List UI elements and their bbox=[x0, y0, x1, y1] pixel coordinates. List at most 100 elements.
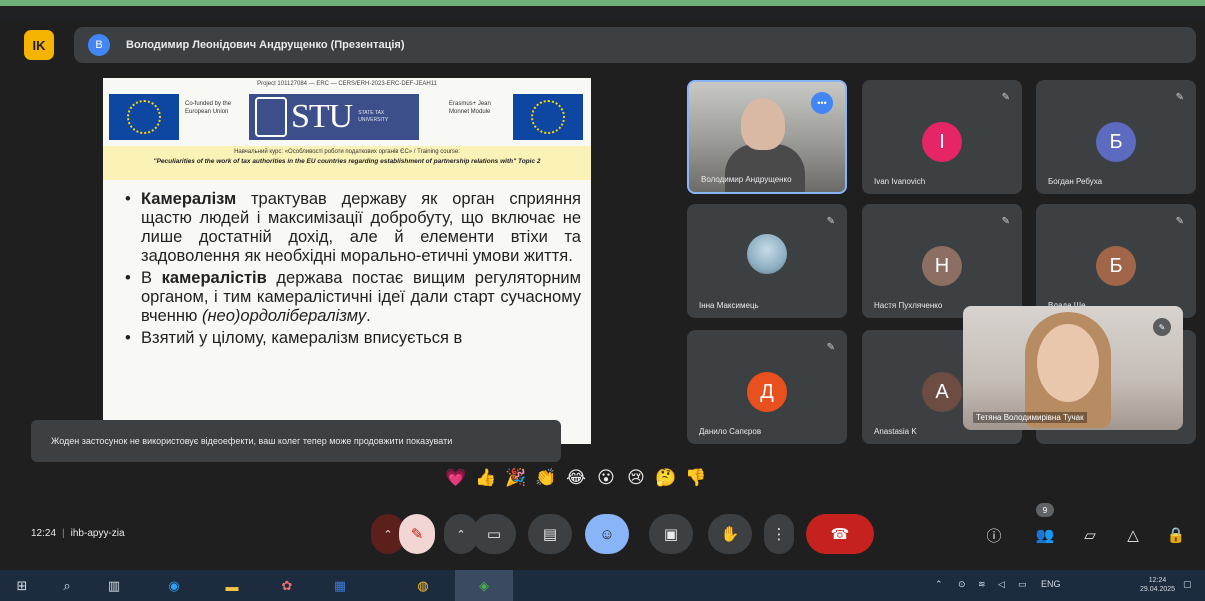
slide-project-line: Project 101127084 — ERC — CERS/ERH-2023-… bbox=[257, 81, 437, 87]
mic-off-icon: ✎ bbox=[826, 342, 835, 353]
chrome-icon[interactable]: ◍ bbox=[413, 576, 433, 596]
participant-name: Інна Максимець bbox=[699, 301, 759, 310]
search-icon[interactable]: ⌕ bbox=[57, 576, 77, 596]
self-view[interactable]: ✎ Тетяна Володимирівна Тучак bbox=[963, 306, 1183, 430]
app-badge-icon[interactable]: IK bbox=[24, 30, 54, 60]
stu-emblem-icon bbox=[255, 97, 287, 137]
participant-name: Ivan Ivanovich bbox=[874, 177, 926, 186]
reaction-laugh-icon[interactable]: 😂 bbox=[561, 464, 591, 492]
participant-tile[interactable]: ✎ Н Настя Пухляченко bbox=[862, 204, 1022, 318]
more-options-button[interactable]: ⋮ bbox=[764, 514, 794, 554]
reaction-surprised-icon[interactable]: 😮 bbox=[591, 464, 621, 492]
participant-tile[interactable]: ✎ Д Данило Сапєров bbox=[687, 330, 847, 444]
wifi-icon[interactable]: ≋ bbox=[978, 579, 986, 590]
host-controls-icon[interactable]: 🔒 bbox=[1163, 522, 1189, 548]
clock-time: 12:24 bbox=[1148, 577, 1167, 584]
participant-avatar: Б bbox=[1096, 246, 1136, 286]
participant-name: Богдан Ребуха bbox=[1048, 177, 1103, 186]
slide-logos: Co-funded by the European Union STU STAT… bbox=[109, 92, 585, 146]
reaction-thumbs-down-icon[interactable]: 👎 bbox=[681, 464, 711, 492]
stu-caption: STATE TAX UNIVERSITY bbox=[358, 110, 389, 123]
chat-icon[interactable]: ▱ bbox=[1077, 522, 1103, 548]
slide-bullet-2: В камералістів держава постає вищим регу… bbox=[125, 269, 581, 326]
eu-caption-right: Erasmus+ Jean Monnet Module bbox=[449, 101, 491, 115]
shared-slide: Project 101127084 — ERC — CERS/ERH-2023-… bbox=[103, 78, 591, 444]
participant-name: Anastasia K bbox=[874, 427, 917, 436]
reaction-thinking-icon[interactable]: 🤔 bbox=[651, 464, 681, 492]
participant-tile-video[interactable]: ••• Володимир Андрущенко bbox=[687, 80, 847, 194]
presenter-bar[interactable]: В Володимир Леонідович Андрущенко (Презе… bbox=[74, 27, 1196, 63]
participant-name: Настя Пухляченко bbox=[874, 301, 943, 310]
mic-off-icon: ✎ bbox=[1175, 216, 1184, 227]
eu-flag-right-icon bbox=[513, 94, 583, 140]
participant-avatar: Д bbox=[747, 372, 787, 412]
clock-date: 29.04.2025 bbox=[1140, 586, 1176, 593]
mic-off-icon: ✎ bbox=[1001, 92, 1010, 103]
participant-name: Данило Сапєров bbox=[699, 427, 762, 436]
word-icon[interactable]: ▦ bbox=[330, 576, 350, 596]
tray-chevron-icon[interactable]: ⌃ bbox=[935, 579, 943, 590]
present-icon: ▣ bbox=[663, 526, 679, 543]
speaking-indicator-icon: ••• bbox=[811, 92, 833, 114]
info-icon[interactable]: ⓘ bbox=[981, 522, 1007, 548]
participant-avatar: Б bbox=[1096, 122, 1136, 162]
tray-app-icon[interactable]: ⊙ bbox=[958, 579, 966, 590]
participant-tile[interactable]: ✎ І Ivan Ivanovich bbox=[862, 80, 1022, 194]
reaction-heart-icon[interactable]: 💗 bbox=[441, 464, 471, 492]
app-icon[interactable]: ✿ bbox=[277, 576, 297, 596]
slide-body: Камералізм трактував державу як орган сп… bbox=[125, 190, 581, 351]
captions-icon: ▤ bbox=[542, 526, 558, 543]
keyboard-icon[interactable]: ▭ bbox=[1018, 579, 1027, 590]
raise-hand-button[interactable]: ✋ bbox=[708, 514, 752, 554]
stu-logo: STU STATE TAX UNIVERSITY bbox=[249, 94, 419, 140]
mic-off-icon: ✎ bbox=[826, 216, 835, 227]
slide-bullet-1: Камералізм трактував державу як орган сп… bbox=[125, 190, 581, 266]
activities-icon[interactable]: △ bbox=[1120, 522, 1146, 548]
video-effects-notice: Жоден застосунок не використовує відеоеф… bbox=[31, 420, 561, 462]
participant-tile[interactable]: ✎ Б Богдан Ребуха bbox=[1036, 80, 1196, 194]
slide-course-line1: Навчальний курс: «Особливості роботи под… bbox=[234, 149, 460, 155]
self-face bbox=[1037, 324, 1099, 402]
slide-course-line2: "Peculiarities of the work of tax author… bbox=[153, 158, 541, 165]
participant-tile[interactable]: ✎ Інна Максимець bbox=[687, 204, 847, 318]
reactions-bar: 💗 👍 🎉 👏 😂 😮 😢 🤔 👎 bbox=[441, 462, 711, 494]
participant-photo bbox=[747, 234, 787, 274]
language-indicator[interactable]: ENG bbox=[1041, 579, 1061, 589]
self-name: Тетяна Володимирівна Тучак bbox=[973, 412, 1087, 423]
mic-toggle-button[interactable]: ✎ bbox=[399, 514, 435, 554]
participant-tile[interactable]: ✎ Б Влада Ше bbox=[1036, 204, 1196, 318]
camera-icon: ▭ bbox=[486, 526, 502, 543]
reaction-party-icon[interactable]: 🎉 bbox=[501, 464, 531, 492]
reaction-clap-icon[interactable]: 👏 bbox=[531, 464, 561, 492]
reaction-sad-icon[interactable]: 😢 bbox=[621, 464, 651, 492]
mic-off-icon: ✎ bbox=[1175, 92, 1184, 103]
meeting-code: ihb-apyy-zia bbox=[70, 528, 125, 539]
file-explorer-icon[interactable]: ▬ bbox=[222, 576, 242, 596]
participant-avatar: І bbox=[922, 122, 962, 162]
captions-button[interactable]: ▤ bbox=[528, 514, 572, 554]
participant-avatar: Н bbox=[922, 246, 962, 286]
participants-count-badge: 9 bbox=[1036, 503, 1054, 517]
emoji-icon: ☺ bbox=[599, 525, 615, 543]
participant-name: Володимир Андрущенко bbox=[701, 175, 792, 184]
people-icon[interactable]: 👥 bbox=[1032, 522, 1058, 548]
present-button[interactable]: ▣ bbox=[649, 514, 693, 554]
notifications-icon[interactable]: ▢ bbox=[1183, 579, 1192, 590]
participant-face bbox=[741, 98, 785, 150]
mic-off-icon: ✎ bbox=[1001, 216, 1010, 227]
edge-browser-icon[interactable]: ◉ bbox=[164, 576, 184, 596]
meet-window: IK В Володимир Леонідович Андрущенко (Пр… bbox=[0, 0, 1205, 601]
windows-start-icon[interactable]: ⊞ bbox=[12, 576, 32, 596]
reaction-thumbs-up-icon[interactable]: 👍 bbox=[471, 464, 501, 492]
taskbar-clock[interactable]: 12:24 29.04.2025 bbox=[1140, 576, 1175, 594]
task-view-icon[interactable]: ▥ bbox=[104, 576, 124, 596]
eu-caption-left: Co-funded by the European Union bbox=[185, 101, 232, 115]
os-taskbar: ⊞ ⌕ ▥ ◉ ▬ ✿ ▦ ◍ ◈ ⌃ ⊙ ≋ ◁ ▭ ENG 12:24 29… bbox=[0, 570, 1205, 601]
end-call-button[interactable]: ☎ bbox=[806, 514, 874, 554]
presenter-name: Володимир Леонідович Андрущенко (Презент… bbox=[126, 39, 405, 51]
emoji-button[interactable]: ☺ bbox=[585, 514, 629, 554]
stu-letters: STU bbox=[291, 98, 353, 135]
meet-app-icon[interactable]: ◈ bbox=[474, 576, 494, 596]
volume-icon[interactable]: ◁ bbox=[998, 579, 1005, 590]
camera-toggle-button[interactable]: ▭ bbox=[472, 514, 516, 554]
